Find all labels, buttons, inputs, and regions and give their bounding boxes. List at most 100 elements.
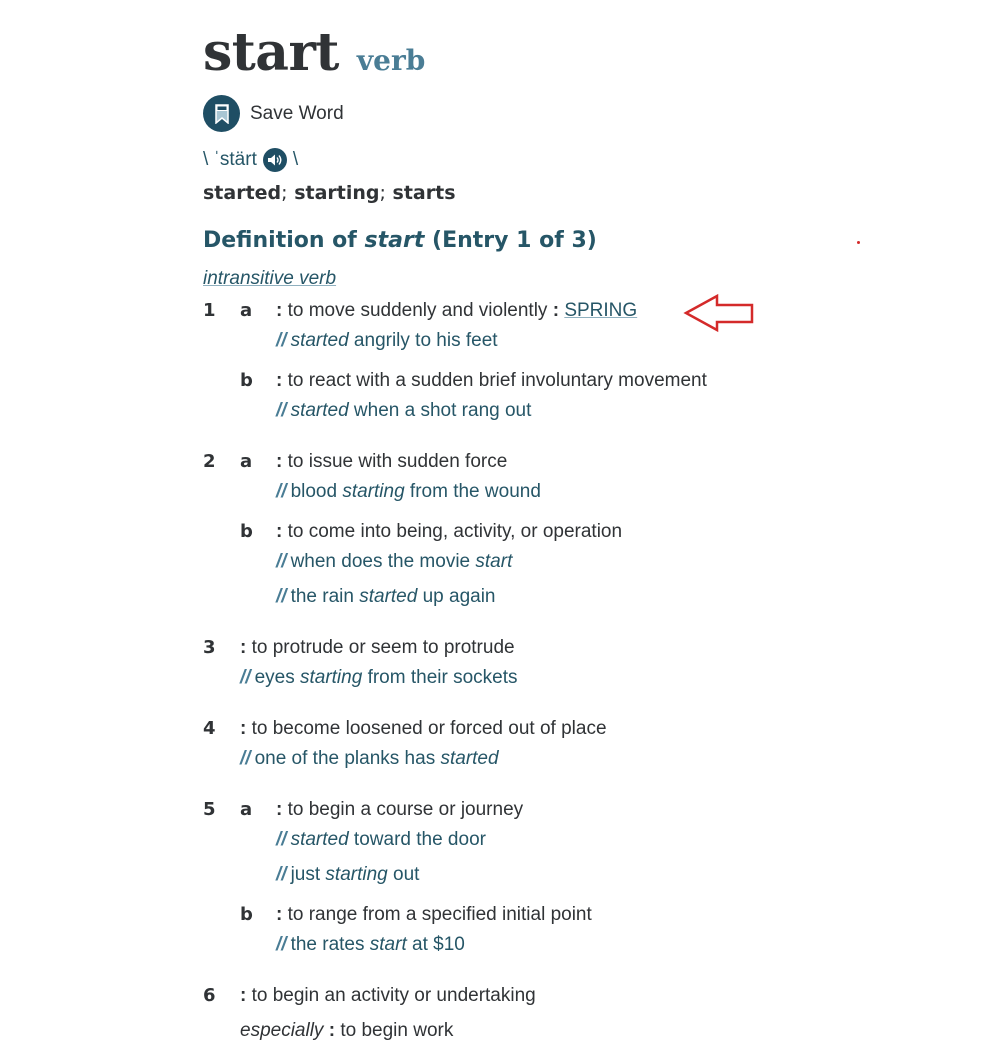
sub-label: especially <box>240 1020 324 1041</box>
example-sentence: //the rain started up again <box>276 586 496 608</box>
colon: : <box>276 300 288 321</box>
example-marker: // <box>276 586 287 607</box>
colon: : <box>240 718 252 739</box>
example-text: from their sockets <box>362 667 518 688</box>
definition: to come into being, activity, or operati… <box>287 521 623 542</box>
definition-text: : to begin an activity or undertaking <box>240 985 536 1007</box>
sense-letter: b <box>240 904 253 925</box>
definition: to range from a specified initial point <box>287 904 592 925</box>
red-arrow-icon <box>683 293 754 333</box>
example-headword: starting <box>342 481 405 502</box>
example-text: out <box>387 864 420 885</box>
definition-text: : to react with a sudden brief involunta… <box>276 370 707 392</box>
example-marker: // <box>276 330 287 351</box>
example-headword: start <box>369 934 407 955</box>
definition-text: : to range from a specified initial poin… <box>276 904 592 926</box>
sense-letter: b <box>240 521 253 542</box>
sense-letter: b <box>240 370 253 391</box>
example-text: the rain <box>290 586 360 607</box>
example-marker: // <box>276 551 287 572</box>
example-text: just <box>290 864 326 885</box>
definition-text: : to begin a course or journey <box>276 799 523 821</box>
inflection: starting <box>294 182 380 204</box>
intransitive-verb-link[interactable]: intransitive verb <box>203 268 336 290</box>
sense-number: 4 <box>203 718 216 739</box>
example-text: when a shot rang out <box>348 400 532 421</box>
colon: : <box>276 370 288 391</box>
example-headword: start <box>475 551 513 572</box>
speaker-icon[interactable] <box>262 148 287 172</box>
heading-suffix: (Entry 1 of 3) <box>424 228 597 253</box>
definition: to begin an activity or undertaking <box>251 985 536 1006</box>
heading-prefix: Definition of <box>203 228 365 253</box>
example-text: blood <box>290 481 343 502</box>
example-sentence: //started toward the door <box>276 829 486 851</box>
example-sentence: //one of the planks has started <box>240 748 499 770</box>
example-headword: started <box>359 586 418 607</box>
definition: to begin a course or journey <box>287 799 524 820</box>
sense-number: 5 <box>203 799 216 820</box>
definition-text: : to protrude or seem to protrude <box>240 637 515 659</box>
save-word-button[interactable]: Save Word <box>203 95 344 132</box>
example-sentence: //blood starting from the wound <box>276 481 541 503</box>
example-sentence: //started angrily to his feet <box>276 330 498 352</box>
example-marker: // <box>276 934 287 955</box>
example-headword: started <box>290 330 349 351</box>
colon: : <box>276 904 288 925</box>
inflection: starts <box>392 182 456 204</box>
sub-definition: especially : to begin work <box>240 1020 453 1042</box>
definition: to protrude or seem to protrude <box>251 637 515 658</box>
example-marker: // <box>276 829 287 850</box>
example-sentence: //started when a shot rang out <box>276 400 531 422</box>
definition: to begin work <box>340 1020 454 1041</box>
pron-close: \ <box>292 149 299 170</box>
definition: to react with a sudden brief involuntary… <box>287 370 707 391</box>
separator: ; <box>379 182 386 204</box>
definition-text: : to move suddenly and violently : SPRIN… <box>276 300 637 322</box>
example-sentence: //the rates start at $10 <box>276 934 465 956</box>
sense-letter: a <box>240 300 253 321</box>
headword-row: start verb <box>203 22 425 83</box>
example-marker: // <box>276 864 287 885</box>
inflection: started <box>203 182 282 204</box>
separator: ; <box>281 182 288 204</box>
bookmark-icon <box>203 95 240 132</box>
example-text: toward the door <box>348 829 486 850</box>
example-marker: // <box>240 748 251 769</box>
synonym-link-spring[interactable]: SPRING <box>564 300 637 321</box>
headword: start <box>203 22 339 83</box>
red-dot-mark <box>857 241 860 244</box>
example-headword: started <box>290 829 349 850</box>
example-marker: // <box>276 400 287 421</box>
example-headword: starting <box>325 864 388 885</box>
colon: : <box>240 985 252 1006</box>
example-text: up again <box>417 586 496 607</box>
example-text: the rates <box>290 934 370 955</box>
example-text: eyes <box>254 667 300 688</box>
colon: : <box>240 637 252 658</box>
example-text: from the wound <box>404 481 541 502</box>
sense-letter: a <box>240 799 253 820</box>
inflections: started; starting; starts <box>203 182 456 204</box>
pronunciation: \ ˈstärt \ <box>203 148 298 172</box>
colon: : <box>323 1020 341 1041</box>
example-marker: // <box>276 481 287 502</box>
colon: : <box>276 451 288 472</box>
definition-text: : to become loosened or forced out of pl… <box>240 718 607 740</box>
example-text: when does the movie <box>290 551 476 572</box>
example-headword: starting <box>299 667 363 688</box>
colon: : <box>547 300 565 321</box>
pron-open: \ <box>203 149 209 170</box>
definition-text: : to issue with sudden force <box>276 451 507 473</box>
example-headword: started <box>290 400 349 421</box>
example-text: angrily to his feet <box>348 330 498 351</box>
colon: : <box>276 799 288 820</box>
entry-heading: Definition of start (Entry 1 of 3) <box>203 228 597 253</box>
colon: : <box>276 521 288 542</box>
example-headword: started <box>440 748 499 769</box>
example-text: at $10 <box>406 934 465 955</box>
sense-number: 2 <box>203 451 216 472</box>
part-of-speech[interactable]: verb <box>357 44 425 77</box>
example-sentence: //just starting out <box>276 864 419 886</box>
sense-number: 6 <box>203 985 216 1006</box>
